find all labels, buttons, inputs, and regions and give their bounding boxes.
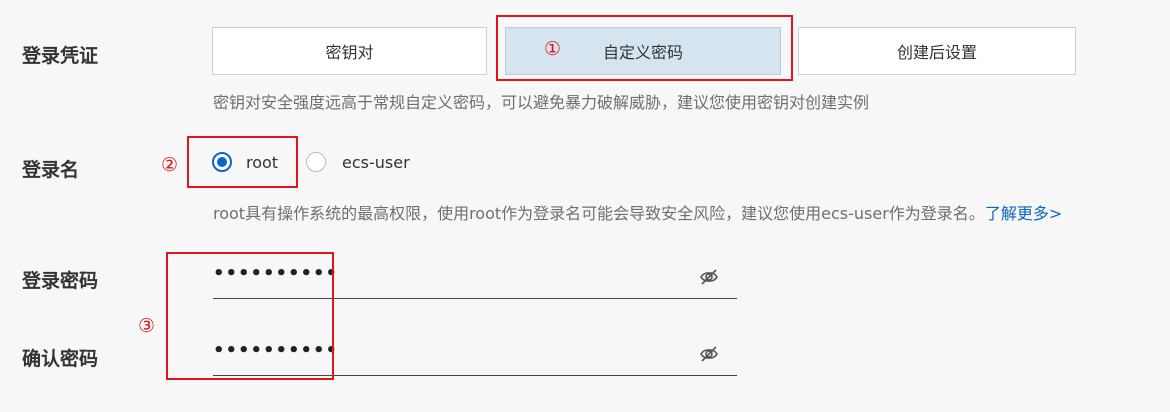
set-after-creation-label: 创建后设置 — [896, 43, 977, 62]
login-password-label: 登录密码 — [22, 270, 99, 292]
login-name-hint-text: root具有操作系统的最高权限，使用root作为登录名可能会导致安全风险，建议您… — [213, 204, 985, 223]
login-name-label: 登录名 — [22, 159, 80, 181]
radio-ecs-user-label: ecs-user — [342, 152, 410, 172]
login-credential-label: 登录凭证 — [22, 45, 99, 67]
set-after-creation-option[interactable]: 创建后设置 — [798, 27, 1076, 75]
login-name-hint: root具有操作系统的最高权限，使用root作为登录名可能会导致安全风险，建议您… — [213, 200, 1062, 224]
annotation-box-2 — [187, 136, 298, 188]
annotation-marker-3: ③ — [138, 315, 156, 337]
annotation-marker-1: ① — [544, 38, 562, 60]
key-pair-label: 密钥对 — [325, 43, 374, 62]
eye-off-icon[interactable] — [699, 344, 719, 364]
annotation-marker-2: ② — [161, 154, 179, 176]
credential-hint: 密钥对安全强度远高于常规自定义密码，可以避免暴力破解威胁，建议您使用密钥对创建实… — [213, 93, 870, 112]
annotation-box-3 — [166, 252, 334, 380]
confirm-password-label: 确认密码 — [22, 348, 99, 370]
key-pair-option[interactable]: 密钥对 — [212, 27, 487, 75]
radio-unchecked-icon[interactable] — [306, 152, 326, 172]
radio-ecs-user[interactable]: ecs-user — [306, 152, 410, 172]
annotation-box-1 — [496, 15, 793, 81]
eye-off-icon[interactable] — [699, 267, 719, 287]
learn-more-link[interactable]: 了解更多> — [985, 204, 1062, 223]
